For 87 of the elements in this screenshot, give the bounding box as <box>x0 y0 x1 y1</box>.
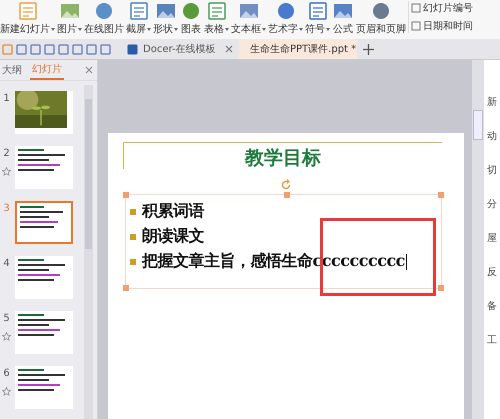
slide-thumbnail[interactable] <box>15 311 73 354</box>
slide-number: 6 <box>3 368 10 379</box>
ribbon-button[interactable]: 文本框 <box>231 1 266 36</box>
quick-access-icon[interactable] <box>2 44 13 54</box>
quick-access-icon[interactable] <box>30 44 41 54</box>
close-icon[interactable] <box>85 66 93 74</box>
quick-access-icon[interactable] <box>100 44 111 54</box>
slide-thumbnail[interactable] <box>15 91 73 134</box>
resize-handle[interactable] <box>438 285 444 291</box>
bullet-text: 积累词语 <box>142 201 204 222</box>
close-icon[interactable] <box>225 45 233 53</box>
caret-icon <box>51 28 55 33</box>
toolbar-icon <box>93 1 115 21</box>
ribbon-label: 图片 <box>57 22 82 36</box>
caret-icon <box>262 28 266 33</box>
ribbon-button[interactable]: 符号 <box>305 1 330 36</box>
caret-icon <box>326 28 330 33</box>
rotate-handle[interactable] <box>280 179 292 191</box>
ribbon-label: 表格 <box>204 22 229 36</box>
quick-access-icon[interactable] <box>72 44 83 54</box>
ribbon-button[interactable]: 页眉和页脚 <box>356 1 406 36</box>
slide-title: 教学目标 <box>245 146 321 169</box>
slide-number: 1 <box>3 93 10 104</box>
ribbon-button[interactable]: 日期和时间 <box>411 19 473 33</box>
side-panel-button[interactable]: 动 <box>487 130 497 144</box>
ribbon-label: 符号 <box>305 22 330 36</box>
resize-handle[interactable] <box>284 192 290 198</box>
resize-handle[interactable] <box>438 192 444 198</box>
ribbon-button[interactable]: 图表 <box>180 1 202 36</box>
slide-number: 2 <box>3 148 10 159</box>
side-panel-button[interactable]: 备 <box>487 300 497 314</box>
caret-icon <box>174 28 178 33</box>
ribbon-button[interactable]: 艺术字 <box>268 1 303 36</box>
ribbon-button[interactable]: 图片 <box>57 1 82 36</box>
caret-icon <box>225 28 229 33</box>
quick-access-icon[interactable] <box>16 44 27 54</box>
side-panel-button[interactable]: 工 <box>487 334 497 348</box>
ribbon-button[interactable]: 公式 <box>332 1 354 36</box>
ribbon-button[interactable]: 表格 <box>204 1 229 36</box>
quick-access-icon[interactable] <box>58 44 69 54</box>
slide-number: 3 <box>3 203 10 214</box>
document-tab[interactable]: 生命生命PPT课件.ppt * <box>239 39 357 59</box>
bullet-text: 朗读课文 <box>142 226 204 247</box>
new-tab-icon[interactable] <box>363 44 374 54</box>
bullet-icon <box>130 208 136 214</box>
caret-icon <box>147 28 151 33</box>
document-tab[interactable]: Docer-在线模板 <box>121 39 239 59</box>
side-panel-button[interactable]: 切 <box>487 164 497 178</box>
caret-icon <box>299 28 303 33</box>
side-panel-button[interactable]: 分 <box>487 198 497 212</box>
ribbon-button[interactable]: 新建幻灯片 <box>0 1 55 36</box>
ribbon-label: 文本框 <box>231 22 266 36</box>
slide-thumbnail[interactable] <box>15 366 73 409</box>
resize-handle[interactable] <box>123 285 129 291</box>
caret-icon <box>78 28 82 33</box>
resize-handle[interactable] <box>123 192 129 198</box>
slide-thumbnail[interactable] <box>15 256 73 299</box>
document-icon <box>127 44 138 54</box>
side-panel-button[interactable]: 屋 <box>487 232 497 246</box>
ribbon-label: 新建幻灯片 <box>0 22 55 36</box>
panel-tab[interactable]: 大纲 <box>0 61 24 79</box>
toolbar-icon <box>370 1 392 21</box>
ribbon-button[interactable]: 在线图片 <box>84 1 124 36</box>
text-cursor <box>406 254 407 270</box>
ribbon-label: 形状 <box>153 22 178 36</box>
side-panel-button[interactable]: 反 <box>487 266 497 280</box>
ribbon-label: 图表 <box>181 22 201 36</box>
slide-number: 4 <box>3 258 10 269</box>
scrollbar[interactable] <box>472 60 484 419</box>
slide-number: 5 <box>3 313 10 324</box>
slide-thumbnail[interactable] <box>15 201 73 244</box>
ribbon-label: 艺术字 <box>268 22 303 36</box>
quick-access-icon[interactable] <box>86 44 97 54</box>
side-panel-button[interactable]: 新 <box>487 96 497 110</box>
slide-thumbnail[interactable] <box>15 146 73 189</box>
ribbon-label: 在线图片 <box>84 22 124 36</box>
quick-access-icon[interactable] <box>44 44 55 54</box>
ribbon-label: 公式 <box>333 22 353 36</box>
bullet-icon <box>130 234 136 240</box>
ribbon-label: 截屏 <box>126 22 151 36</box>
bullet-icon <box>130 258 136 264</box>
toolbar-icon <box>180 1 202 21</box>
scrollbar[interactable] <box>84 85 93 419</box>
ribbon-label: 页眉和页脚 <box>356 22 406 36</box>
ribbon-button[interactable]: 幻灯片编号 <box>411 1 473 15</box>
ribbon-button[interactable]: 截屏 <box>126 1 151 36</box>
ribbon-button[interactable]: 形状 <box>153 1 178 36</box>
